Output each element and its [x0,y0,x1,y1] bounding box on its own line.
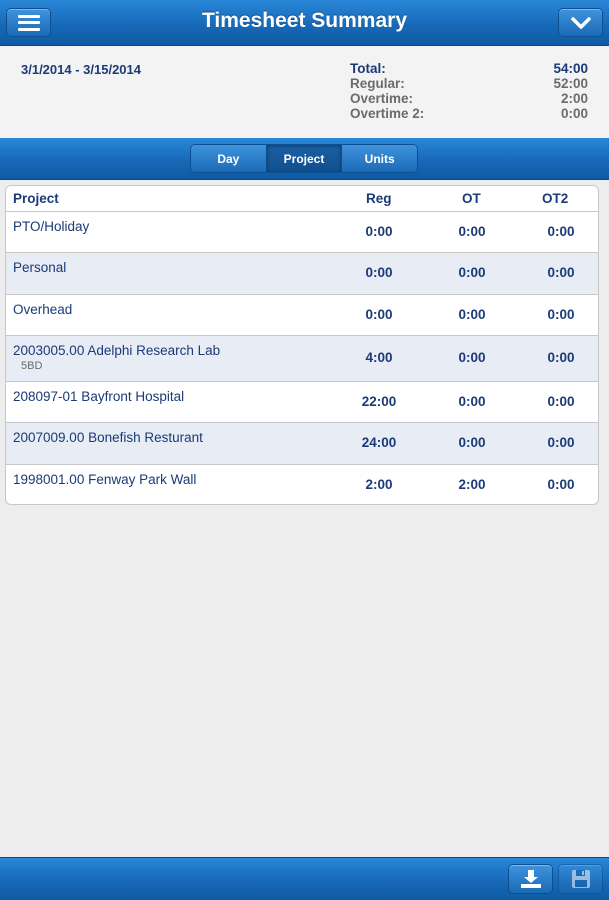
summary-label: Overtime: [350,91,414,106]
ot2-hours: 0:00 [547,394,575,409]
ot-hours: 0:00 [458,350,486,365]
reg-hours: 0:00 [365,265,393,280]
ot2-hours: 0:00 [547,307,575,322]
project-name: 208097-01 Bayfront Hospital [13,389,185,404]
summary-label: Regular: [350,76,405,91]
ot2-hours: 0:00 [547,477,575,492]
summary-regular: Regular: 52:00 [350,76,588,91]
view-toggle-bar: Day Project Units [0,138,609,180]
table-row[interactable]: 1998001.00 Fenway Park Wall 2:00 2:00 0:… [6,465,598,504]
ot-hours: 2:00 [458,477,486,492]
header-project: Project [13,191,59,206]
project-name: 2003005.00 Adelphi Research Lab [13,343,221,358]
summary-value: 52:00 [553,76,588,91]
ot-hours: 0:00 [458,435,486,450]
tab-project[interactable]: Project [266,145,343,172]
project-name: PTO/Holiday [13,219,90,234]
ot2-hours: 0:00 [547,224,575,239]
summary-panel: 3/1/2014 - 3/15/2014 Total: 54:00 Regula… [0,47,609,138]
table-row[interactable]: 2007009.00 Bonefish Resturant 24:00 0:00… [6,423,598,465]
dropdown-button[interactable] [558,8,603,37]
save-button[interactable] [558,864,603,894]
table-row[interactable]: 2003005.00 Adelphi Research Lab 5BD 4:00… [6,336,598,382]
summary-value: 0:00 [560,106,588,121]
download-tray-icon [520,870,541,888]
page-title: Timesheet Summary [201,9,408,32]
download-button[interactable] [508,864,553,894]
project-name: 1998001.00 Fenway Park Wall [13,472,197,487]
tab-units[interactable]: Units [342,145,417,172]
ot2-hours: 0:00 [547,350,575,365]
reg-hours: 4:00 [365,350,393,365]
project-name: Overhead [13,302,73,317]
summary-value: 2:00 [560,91,588,106]
segmented-control: Day Project Units [190,144,418,173]
summary-label: Overtime 2: [350,106,425,121]
date-range: 3/1/2014 - 3/15/2014 [21,62,141,77]
table-header: Project Reg OT OT2 [6,186,598,212]
reg-hours: 22:00 [361,394,397,409]
ot-hours: 0:00 [458,224,486,239]
reg-hours: 0:00 [365,224,393,239]
top-bar: Timesheet Summary [0,0,609,46]
header-reg: Reg [366,191,392,206]
summary-label: Total: [350,61,386,76]
header-ot2: OT2 [542,191,569,206]
header-ot: OT [462,191,481,206]
summary-value: 54:00 [553,61,588,76]
summary-overtime: Overtime: 2:00 [350,91,588,106]
ot2-hours: 0:00 [547,435,575,450]
project-name: 2007009.00 Bonefish Resturant [13,430,203,445]
table-row[interactable]: Overhead 0:00 0:00 0:00 [6,295,598,336]
table-row[interactable]: 208097-01 Bayfront Hospital 22:00 0:00 0… [6,382,598,423]
project-name: Personal [13,260,67,275]
tab-day[interactable]: Day [191,145,267,172]
ot-hours: 0:00 [458,265,486,280]
floppy-disk-icon [571,870,590,888]
chevron-down-icon [570,16,591,29]
table-row[interactable]: Personal 0:00 0:00 0:00 [6,253,598,295]
project-subcode: 5BD [21,360,43,372]
reg-hours: 0:00 [365,307,393,322]
ot2-hours: 0:00 [547,265,575,280]
reg-hours: 24:00 [361,435,397,450]
project-table: Project Reg OT OT2 PTO/Holiday 0:00 0:00… [5,185,599,505]
ot-hours: 0:00 [458,307,486,322]
reg-hours: 2:00 [365,477,393,492]
ot-hours: 0:00 [458,394,486,409]
summary-total: Total: 54:00 [350,61,588,76]
bottom-toolbar [0,857,609,900]
summary-overtime-2: Overtime 2: 0:00 [350,106,588,121]
table-row[interactable]: PTO/Holiday 0:00 0:00 0:00 [6,212,598,253]
